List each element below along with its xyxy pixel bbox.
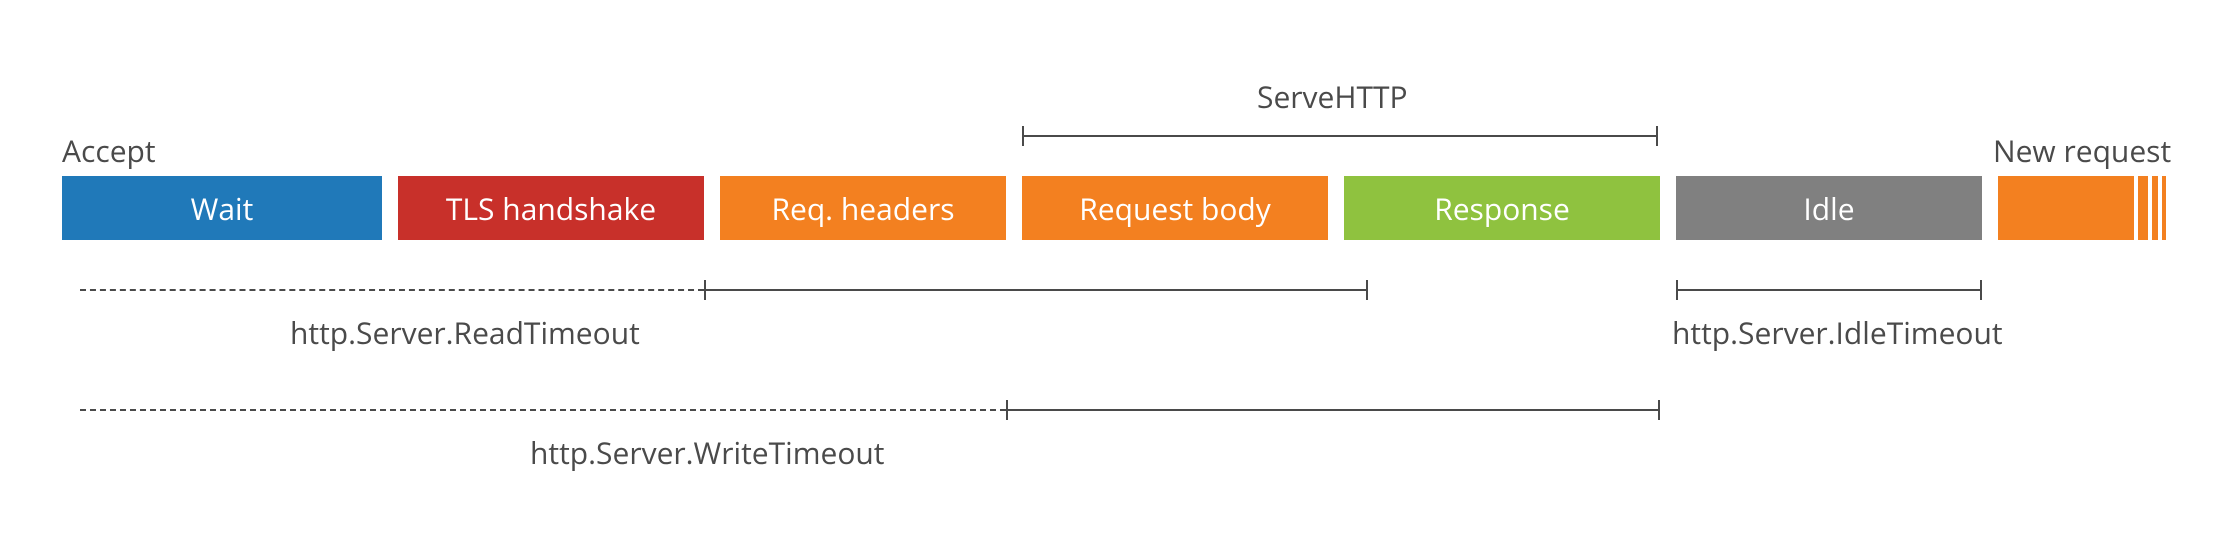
phase-req-headers: Req. headers: [720, 176, 1006, 240]
idle-timeout-label: http.Server.IdleTimeout: [1672, 312, 2003, 353]
servehttp-bracket: [1022, 126, 1658, 146]
phase-wait: Wait: [62, 176, 382, 240]
phase-response: Response: [1344, 176, 1660, 240]
new-request-label: New request: [1993, 130, 2171, 171]
idle-timeout-bracket: [1676, 280, 1982, 300]
write-timeout-label: http.Server.WriteTimeout: [530, 432, 884, 473]
phase-req-body: Request body: [1022, 176, 1328, 240]
phase-idle: Idle: [1676, 176, 1982, 240]
new-request-stripes: [2138, 176, 2166, 240]
servehttp-label: ServeHTTP: [1257, 76, 1408, 117]
read-timeout-bracket: [80, 280, 1368, 300]
write-timeout-bracket: [80, 400, 1660, 420]
read-timeout-label: http.Server.ReadTimeout: [290, 312, 640, 353]
phase-new-request: [1998, 176, 2134, 240]
accept-label: Accept: [62, 130, 156, 171]
phase-tls: TLS handshake: [398, 176, 704, 240]
